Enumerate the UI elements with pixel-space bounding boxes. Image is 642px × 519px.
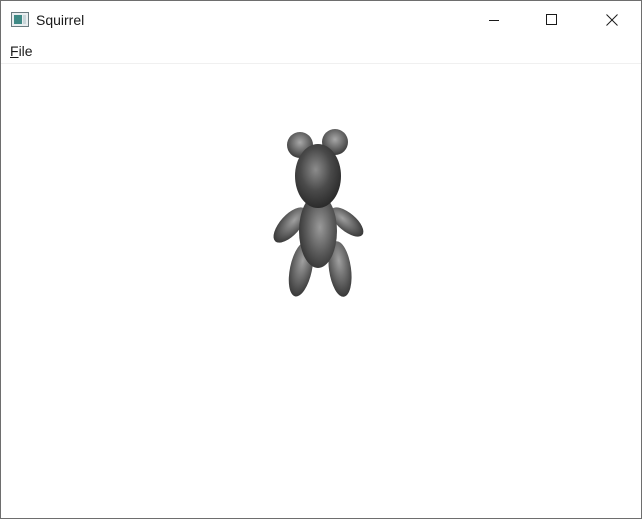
teddy-bear-model — [273, 129, 364, 297]
close-button[interactable] — [583, 1, 641, 38]
menu-file-mnemonic: F — [10, 43, 19, 59]
close-icon — [606, 13, 618, 26]
title-bar[interactable]: Squirrel — [1, 1, 641, 38]
minimize-icon — [488, 14, 500, 26]
menu-bar: File — [1, 38, 641, 64]
maximize-button[interactable] — [523, 1, 581, 38]
head — [295, 144, 341, 208]
minimize-button[interactable] — [465, 1, 523, 38]
3d-viewport[interactable] — [1, 64, 641, 518]
menu-file-label: ile — [18, 43, 33, 59]
maximize-icon — [546, 13, 558, 26]
app-window: Squirrel File — [0, 0, 642, 519]
window-title: Squirrel — [36, 12, 85, 28]
app-icon — [11, 12, 29, 27]
menu-file[interactable]: File — [9, 42, 34, 60]
